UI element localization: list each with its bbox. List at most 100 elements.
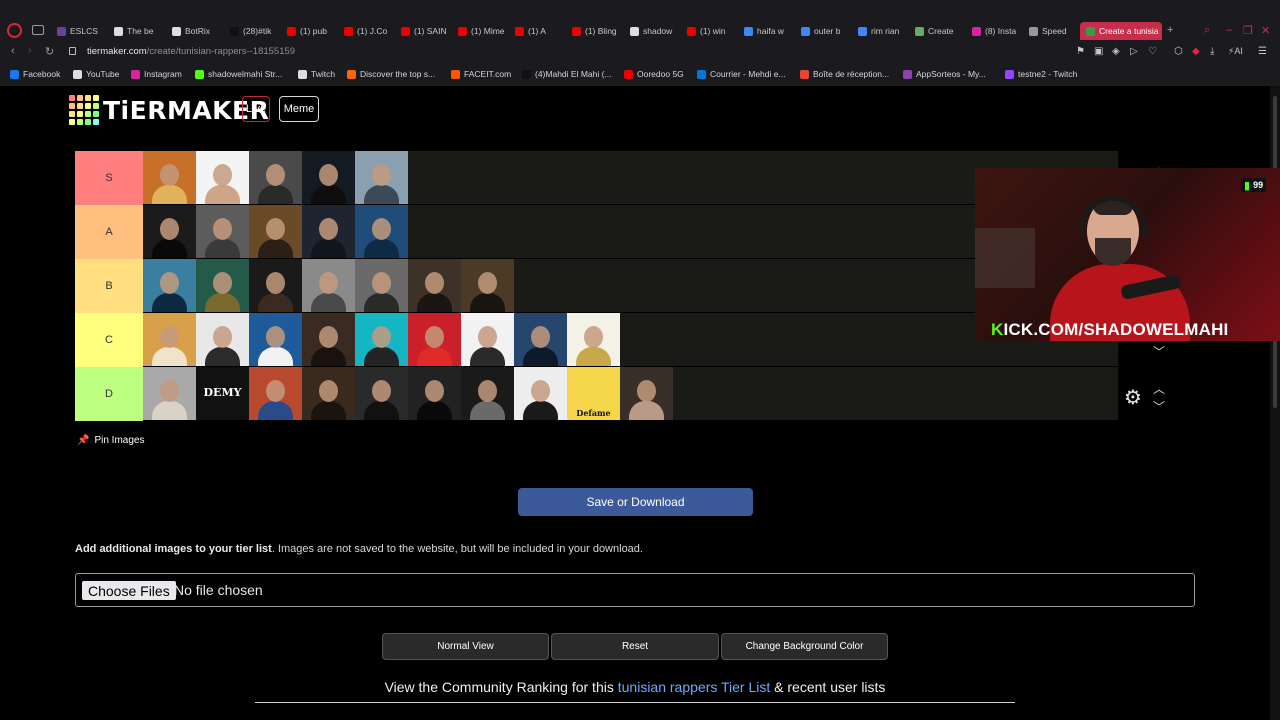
tier-image[interactable]: DEMY (196, 367, 249, 420)
tier-image[interactable] (143, 313, 196, 366)
tier-image[interactable] (196, 205, 249, 258)
move-row-down-icon-c[interactable]: ﹀ (1153, 343, 1165, 360)
tier-image[interactable] (461, 313, 514, 366)
menu-icon[interactable]: ☰ (1258, 46, 1267, 57)
tier-image[interactable] (196, 151, 249, 204)
tier-image[interactable] (620, 367, 673, 420)
minimize-icon[interactable]: – (1226, 24, 1232, 36)
tab-3[interactable]: (28)#tik (230, 22, 280, 40)
snapshot-icon[interactable]: ▣ (1094, 46, 1103, 57)
tier-image[interactable] (249, 313, 302, 366)
tier-image[interactable] (302, 313, 355, 366)
tier-image[interactable] (355, 313, 408, 366)
live-button[interactable]: Live (242, 96, 270, 122)
move-row-up-icon[interactable]: ︿ (1153, 380, 1165, 397)
tier-image[interactable] (355, 205, 408, 258)
url-field[interactable]: tiermaker.com/create/tunisian-rappers--1… (87, 46, 295, 57)
bookmark-item[interactable]: Instagram (131, 69, 182, 79)
tab-16[interactable]: (8) Insta (972, 22, 1022, 40)
bookmark-item[interactable]: AppSorteos - My... (903, 69, 986, 79)
change-bg-color-button[interactable]: Change Background Color (721, 633, 888, 660)
tab-7[interactable]: (1) Mime (458, 22, 508, 40)
bookmark-item[interactable]: YouTube (73, 69, 119, 79)
bookmark-item[interactable]: Ooredoo 5G (624, 69, 684, 79)
tab-10[interactable]: shadow (630, 22, 680, 40)
tier-image[interactable] (514, 313, 567, 366)
tier-image[interactable] (249, 367, 302, 420)
meme-button[interactable]: Meme (279, 96, 319, 122)
tier-image[interactable] (143, 205, 196, 258)
reload-icon[interactable]: ↻ (45, 45, 54, 58)
tier-image[interactable] (408, 259, 461, 312)
tab-active[interactable]: Create a tunisia (1080, 22, 1162, 40)
tier-image[interactable] (514, 367, 567, 420)
tier-image[interactable] (249, 205, 302, 258)
tier-image[interactable] (408, 313, 461, 366)
heart-icon[interactable]: ♡ (1148, 46, 1157, 57)
tier-image[interactable] (249, 259, 302, 312)
tier-image[interactable] (567, 313, 620, 366)
row-settings-gear-icon[interactable]: ⚙ (1124, 385, 1142, 410)
tier-image[interactable] (461, 367, 514, 420)
pin-images-toggle[interactable]: 📌 Pin Images (77, 435, 144, 446)
tier-image[interactable] (143, 259, 196, 312)
tier-label[interactable]: C (75, 313, 143, 367)
bookmark-item[interactable]: Discover the top s... (347, 69, 435, 79)
tab-11[interactable]: (1) win (687, 22, 737, 40)
maximize-icon[interactable]: ❐ (1243, 24, 1253, 37)
tab-17[interactable]: Speed (1029, 22, 1079, 40)
bookmark-icon[interactable]: ⚑ (1076, 46, 1085, 57)
move-row-down-icon[interactable]: ﹀ (1153, 398, 1165, 415)
tier-image[interactable] (302, 205, 355, 258)
bookmark-item[interactable]: Twitch (298, 69, 335, 79)
tab-overview-icon[interactable] (32, 25, 44, 35)
tab-15[interactable]: Create (915, 22, 965, 40)
play-icon[interactable]: ▷ (1130, 46, 1138, 57)
community-ranking-link[interactable]: tunisian rappers Tier List (618, 679, 771, 695)
opera-logo-icon[interactable] (7, 23, 22, 38)
tier-image[interactable] (143, 367, 196, 420)
tier-label[interactable]: D (75, 367, 143, 421)
tier-image[interactable] (302, 151, 355, 204)
back-icon[interactable]: ‹ (11, 45, 15, 57)
tier-image[interactable] (408, 367, 461, 420)
bookmark-item[interactable]: (4)Mahdi El Mahi (... (522, 69, 612, 79)
tab-9[interactable]: (1) Bling (572, 22, 622, 40)
tab-2[interactable]: BotRix (172, 22, 222, 40)
tab-4[interactable]: (1) pub (287, 22, 337, 40)
search-tabs-icon[interactable]: ⌕ (1204, 24, 1210, 37)
extensions-icon[interactable]: ⬡ (1174, 46, 1183, 57)
tier-image[interactable] (302, 259, 355, 312)
wallet-icon[interactable]: ◆ (1192, 46, 1200, 57)
save-download-button[interactable]: Save or Download (518, 488, 753, 516)
tab-1[interactable]: The be (114, 22, 164, 40)
tier-label[interactable]: A (75, 205, 143, 259)
reset-button[interactable]: Reset (551, 633, 719, 660)
tab-13[interactable]: outer b (801, 22, 851, 40)
choose-files-button[interactable]: Choose Files (82, 581, 176, 600)
tier-image[interactable] (355, 151, 408, 204)
tier-image[interactable] (196, 313, 249, 366)
tab-0[interactable]: ESLCS (57, 22, 107, 40)
forward-icon[interactable]: › (28, 45, 32, 57)
tier-image[interactable] (302, 367, 355, 420)
bookmark-item[interactable]: Boîte de réception... (800, 69, 889, 79)
tab-12[interactable]: haifa w (744, 22, 794, 40)
tier-image[interactable] (355, 367, 408, 420)
normal-view-button[interactable]: Normal View (382, 633, 549, 660)
tier-image[interactable]: Defame (567, 367, 620, 420)
bookmark-item[interactable]: FACEIT.com (451, 69, 511, 79)
tier-image[interactable] (461, 259, 514, 312)
tab-5[interactable]: (1) J.Co (344, 22, 394, 40)
tier-label[interactable]: B (75, 259, 143, 313)
bookmark-item[interactable]: Facebook (10, 69, 60, 79)
tier-label[interactable]: S (75, 151, 143, 205)
new-tab-icon[interactable]: + (1167, 24, 1173, 36)
close-window-icon[interactable]: ✕ (1261, 24, 1270, 37)
bookmark-item[interactable]: Courrier - Mehdi e... (697, 69, 786, 79)
tier-image[interactable] (196, 259, 249, 312)
shield-icon[interactable]: ◈ (1112, 46, 1120, 57)
bookmark-item[interactable]: shadowelmahi Str... (195, 69, 282, 79)
tier-image[interactable] (249, 151, 302, 204)
tiermaker-logo-icon[interactable] (69, 95, 99, 125)
